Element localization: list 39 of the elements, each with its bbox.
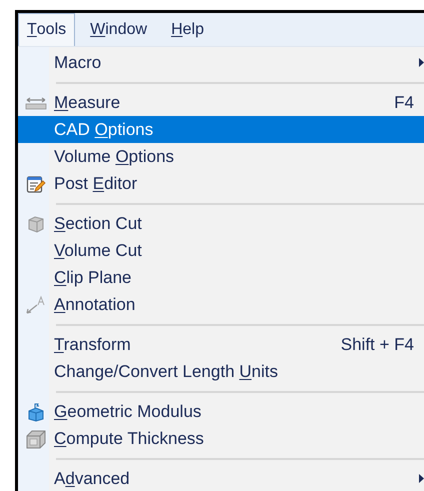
menu-item[interactable]: Geometric Modulus — [18, 398, 424, 425]
shortcut-label: Shift + F4 — [340, 334, 414, 356]
menu-item[interactable]: CAD Options — [18, 116, 424, 143]
menu-item[interactable]: Measure F4 — [18, 89, 424, 116]
menu-item-label: Clip Plane — [54, 266, 132, 289]
ruler-icon — [25, 96, 47, 110]
box-icon — [27, 402, 45, 422]
cube-icon — [27, 214, 45, 232]
menu-item[interactable]: Annotation — [18, 291, 424, 318]
menu-item[interactable]: Section Cut — [18, 210, 424, 237]
menu-item-label: Volume Cut — [54, 240, 142, 262]
menu-item-label: Measure — [54, 92, 120, 114]
menu-item-label: Change/Convert Length Units — [54, 360, 278, 383]
menu-item[interactable]: Clip Plane — [18, 264, 424, 291]
menu-bar-item[interactable]: Help — [162, 13, 213, 46]
menu-item[interactable]: Advanced — [18, 465, 424, 491]
notepad-pencil-icon — [26, 174, 46, 194]
menu-item[interactable]: Volume Options — [18, 143, 424, 170]
menu-item[interactable]: Volume Cut — [18, 237, 424, 264]
menu-item-label: Transform — [54, 334, 131, 356]
menu-item-label: Geometric Modulus — [54, 400, 202, 423]
annotation-arrow-icon — [25, 294, 47, 314]
menu-item[interactable]: Transform Shift + F4 — [18, 331, 424, 358]
menu-item-label: Annotation — [54, 294, 136, 316]
menu-item-label: Macro — [54, 52, 102, 74]
menu-bar-item[interactable]: Tools — [18, 13, 76, 46]
menu-item-label: Section Cut — [54, 212, 142, 235]
menu-item-label: Post Editor — [54, 172, 138, 195]
menu-item[interactable]: Post Editor — [18, 170, 424, 197]
menu-item-label: Volume Options — [54, 146, 174, 168]
menu-item-label: Advanced — [54, 468, 130, 490]
menu-item[interactable]: Compute Thickness — [18, 425, 424, 452]
menu-bar-item[interactable]: Window — [81, 13, 156, 46]
menu-item[interactable]: Macro — [18, 49, 424, 76]
shortcut-label: F4 — [394, 92, 414, 114]
menu-item-label: CAD Options — [54, 118, 154, 141]
menu-item[interactable]: Change/Convert Length Units — [18, 358, 424, 385]
menu-item-label: Compute Thickness — [54, 428, 204, 450]
hollow-box-icon — [25, 428, 47, 448]
